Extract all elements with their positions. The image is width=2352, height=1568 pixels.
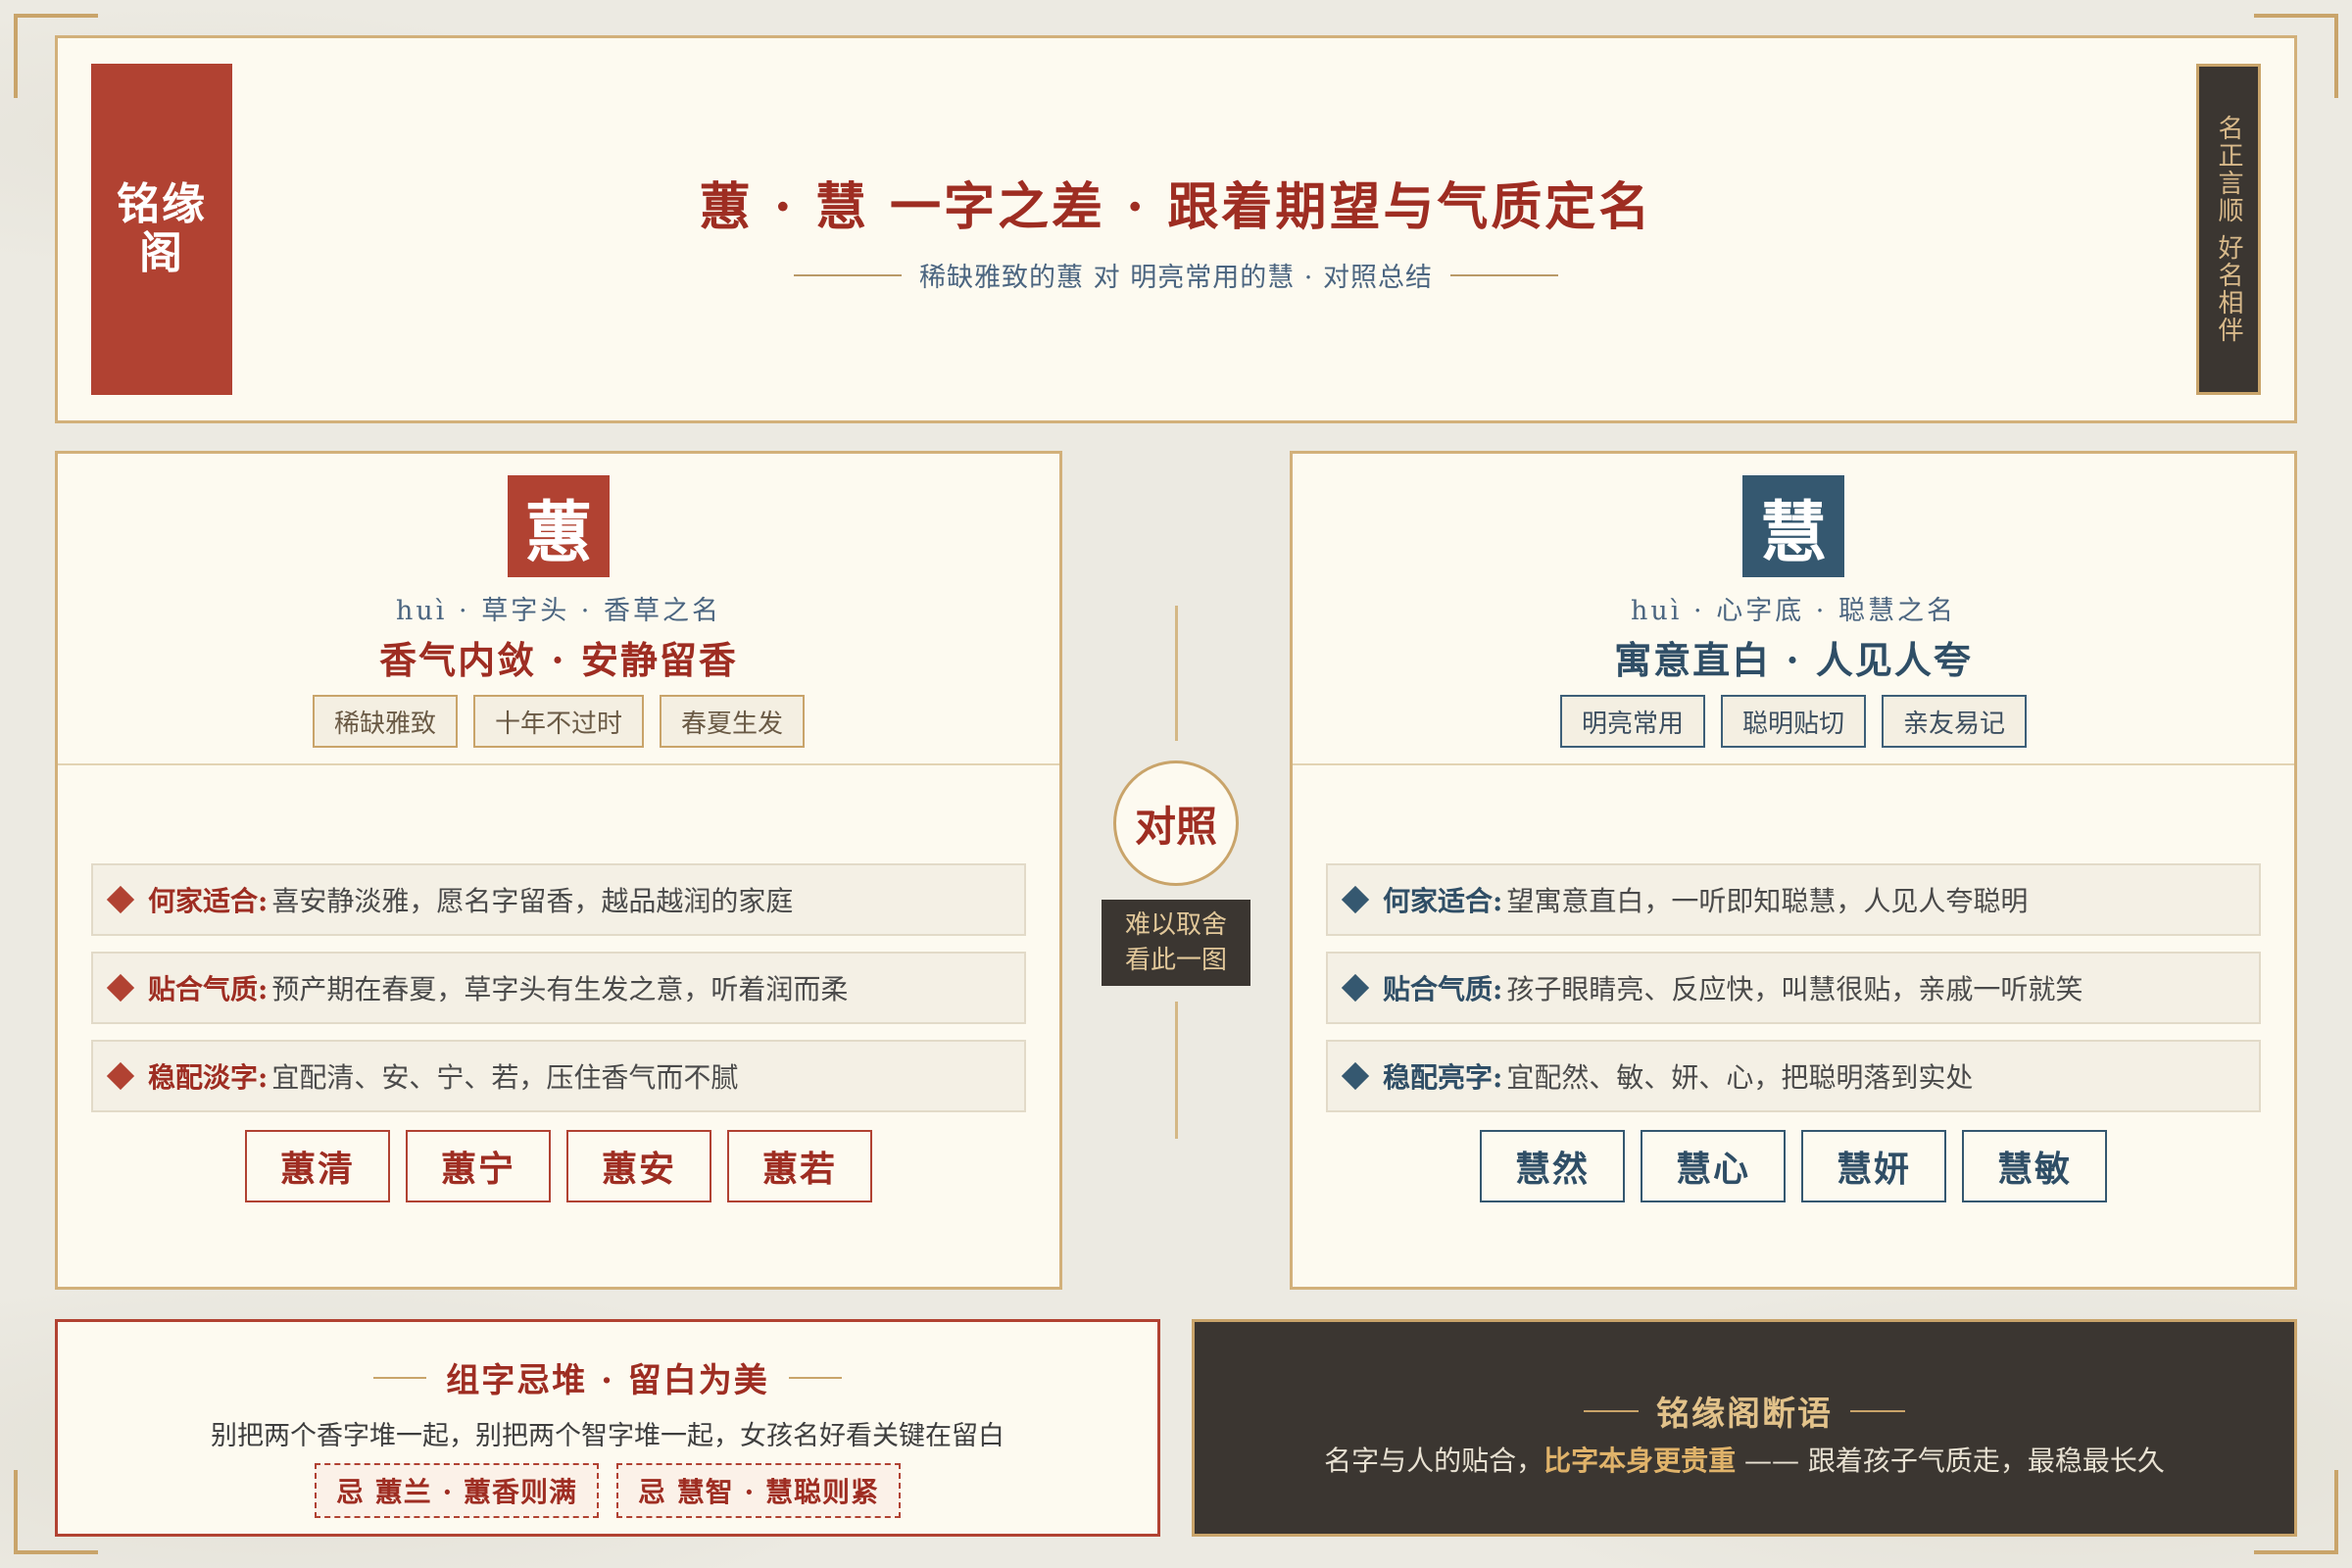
hui-wisdom-card: 慧 huì · 心字底 · 聪慧之名 寓意直白 · 人见人夸 明亮常用 聪明贴切…	[1290, 451, 2297, 1290]
diamond-icon	[1341, 885, 1370, 914]
verdict-title-row: 铭缘阁断语	[1195, 1387, 2294, 1435]
compare-note: 难以取舍 看此一图	[1102, 900, 1250, 986]
center-connector	[1175, 1002, 1178, 1139]
pinyin-line: huì · 草字头 · 香草之名	[396, 596, 721, 626]
taboo-description: 别把两个香字堆一起，别把两个智字堆一起，女孩名好看关键在留白	[211, 1421, 1004, 1451]
tag-list: 明亮常用 聪明贴切 亲友易记	[1293, 695, 2294, 748]
name-option: 慧然	[1480, 1130, 1625, 1202]
card-divider	[1293, 763, 2294, 765]
name-option: 蕙宁	[406, 1130, 551, 1202]
page-title: 蕙 · 慧 一字之差 · 跟着期望与气质定名	[699, 177, 1653, 237]
name-option: 蕙安	[566, 1130, 711, 1202]
taboo-title-row: 组字忌堆 · 留白为美	[58, 1353, 1157, 1401]
subtitle-rule	[1449, 273, 1558, 276]
row-key: 稳配亮字:	[1383, 1061, 1503, 1094]
compare-note-line: 看此一图	[1124, 946, 1227, 975]
diamond-icon	[106, 885, 135, 914]
row-text: 宜配然、敏、妍、心，把聪明落到实处	[1506, 1061, 1974, 1094]
row-key: 稳配淡字:	[148, 1061, 269, 1094]
row-key: 贴合气质:	[148, 973, 269, 1005]
info-row: 贴合气质: 预产期在春夏，草字头有生发之意，听着润而柔	[91, 952, 1026, 1024]
tag-chip: 明亮常用	[1559, 695, 1705, 748]
row-key: 贴合气质:	[1383, 973, 1503, 1005]
tag-chip: 稀缺雅致	[312, 695, 458, 748]
taboo-chip: 忌 蕙兰 · 蕙香则满	[315, 1463, 599, 1518]
center-connector	[1175, 606, 1178, 741]
card-slogan: 寓意直白 · 人见人夸	[1614, 638, 1973, 682]
verdict-text: 名字与人的贴合，比字本身更贵重 —— 跟着孩子气质走，最稳最长久	[1195, 1440, 2294, 1479]
verdict-text-end: —— 跟着孩子气质走，最稳最长久	[1736, 1445, 2165, 1477]
name-option: 蕙清	[245, 1130, 390, 1202]
char-badge: 慧	[1742, 475, 1844, 577]
tag-chip: 聪明贴切	[1720, 695, 1866, 748]
header-panel: 铭缘阁 蕙 · 慧 一字之差 · 跟着期望与气质定名 稀缺雅致的蕙 对 明亮常用…	[55, 35, 2297, 423]
vertical-tag: 名正言顺 好名相伴	[2196, 64, 2261, 395]
row-text: 望寓意直白，一听即知聪慧，人见人夸聪明	[1506, 885, 2029, 917]
row-key: 何家适合:	[148, 885, 269, 917]
info-row: 贴合气质: 孩子眼睛亮、反应快，叫慧很贴，亲戚一听就笑	[1326, 952, 2261, 1024]
name-suggestions: 慧然 慧心 慧妍 慧敏	[1293, 1130, 2294, 1202]
tag-chip: 十年不过时	[472, 695, 644, 748]
tag-list: 稀缺雅致 十年不过时 春夏生发	[58, 695, 1059, 748]
info-row: 稳配淡字: 宜配清、安、宁、若，压住香气而不腻	[91, 1040, 1026, 1112]
title-rule	[1850, 1409, 1905, 1412]
name-option: 慧敏	[1962, 1130, 2107, 1202]
row-text: 喜安静淡雅，愿名字留香，越品越润的家庭	[271, 885, 794, 917]
row-text: 宜配清、安、宁、若，压住香气而不腻	[271, 1061, 739, 1094]
name-option: 蕙若	[727, 1130, 872, 1202]
row-text: 孩子眼睛亮、反应快，叫慧很贴，亲戚一听就笑	[1506, 973, 2083, 1005]
taboo-panel: 组字忌堆 · 留白为美 别把两个香字堆一起，别把两个智字堆一起，女孩名好看关键在…	[55, 1319, 1160, 1537]
taboo-list: 忌 蕙兰 · 蕙香则满 忌 慧智 · 慧聪则紧	[58, 1463, 1157, 1518]
subtitle-row: 稀缺雅致的蕙 对 明亮常用的慧 · 对照总结	[58, 256, 2294, 294]
verdict-panel: 铭缘阁断语 名字与人的贴合，比字本身更贵重 —— 跟着孩子气质走，最稳最长久	[1192, 1319, 2297, 1537]
pinyin-line: huì · 心字底 · 聪慧之名	[1631, 596, 1956, 626]
info-row: 何家适合: 望寓意直白，一听即知聪慧，人见人夸聪明	[1326, 863, 2261, 936]
name-option: 慧妍	[1801, 1130, 1946, 1202]
taboo-title: 组字忌堆 · 留白为美	[446, 1361, 769, 1400]
page-subtitle: 稀缺雅致的蕙 对 明亮常用的慧 · 对照总结	[919, 263, 1433, 293]
char-badge: 蕙	[508, 475, 610, 577]
diamond-icon	[1341, 1061, 1370, 1091]
subtitle-rule	[794, 273, 903, 276]
info-rows: 何家适合: 喜安静淡雅，愿名字留香，越品越润的家庭 贴合气质: 预产期在春夏，草…	[91, 863, 1026, 1128]
compare-note-line: 难以取舍	[1124, 910, 1227, 940]
row-key: 何家适合:	[1383, 885, 1503, 917]
info-rows: 何家适合: 望寓意直白，一听即知聪慧，人见人夸聪明 贴合气质: 孩子眼睛亮、反应…	[1326, 863, 2261, 1128]
title-rule	[1584, 1409, 1639, 1412]
title-rule	[788, 1376, 842, 1379]
diamond-icon	[106, 1061, 135, 1091]
diamond-icon	[106, 973, 135, 1003]
compare-badge: 对照	[1113, 760, 1239, 886]
card-divider	[58, 763, 1059, 765]
title-rule	[373, 1376, 427, 1379]
diamond-icon	[1341, 973, 1370, 1003]
verdict-highlight: 比字本身更贵重	[1544, 1445, 1737, 1477]
name-option: 慧心	[1641, 1130, 1786, 1202]
verdict-title: 铭缘阁断语	[1656, 1395, 1833, 1434]
taboo-chip: 忌 慧智 · 慧聪则紧	[616, 1463, 901, 1518]
info-row: 何家适合: 喜安静淡雅，愿名字留香，越品越润的家庭	[91, 863, 1026, 936]
card-slogan: 香气内敛 · 安静留香	[379, 638, 738, 682]
hui-fragrant-card: 蕙 huì · 草字头 · 香草之名 香气内敛 · 安静留香 稀缺雅致 十年不过…	[55, 451, 1062, 1290]
row-text: 预产期在春夏，草字头有生发之意，听着润而柔	[271, 973, 849, 1005]
tag-chip: 春夏生发	[660, 695, 806, 748]
name-suggestions: 蕙清 蕙宁 蕙安 蕙若	[58, 1130, 1059, 1202]
info-row: 稳配亮字: 宜配然、敏、妍、心，把聪明落到实处	[1326, 1040, 2261, 1112]
tag-chip: 亲友易记	[1882, 695, 2028, 748]
verdict-text-start: 名字与人的贴合，	[1324, 1445, 1544, 1477]
